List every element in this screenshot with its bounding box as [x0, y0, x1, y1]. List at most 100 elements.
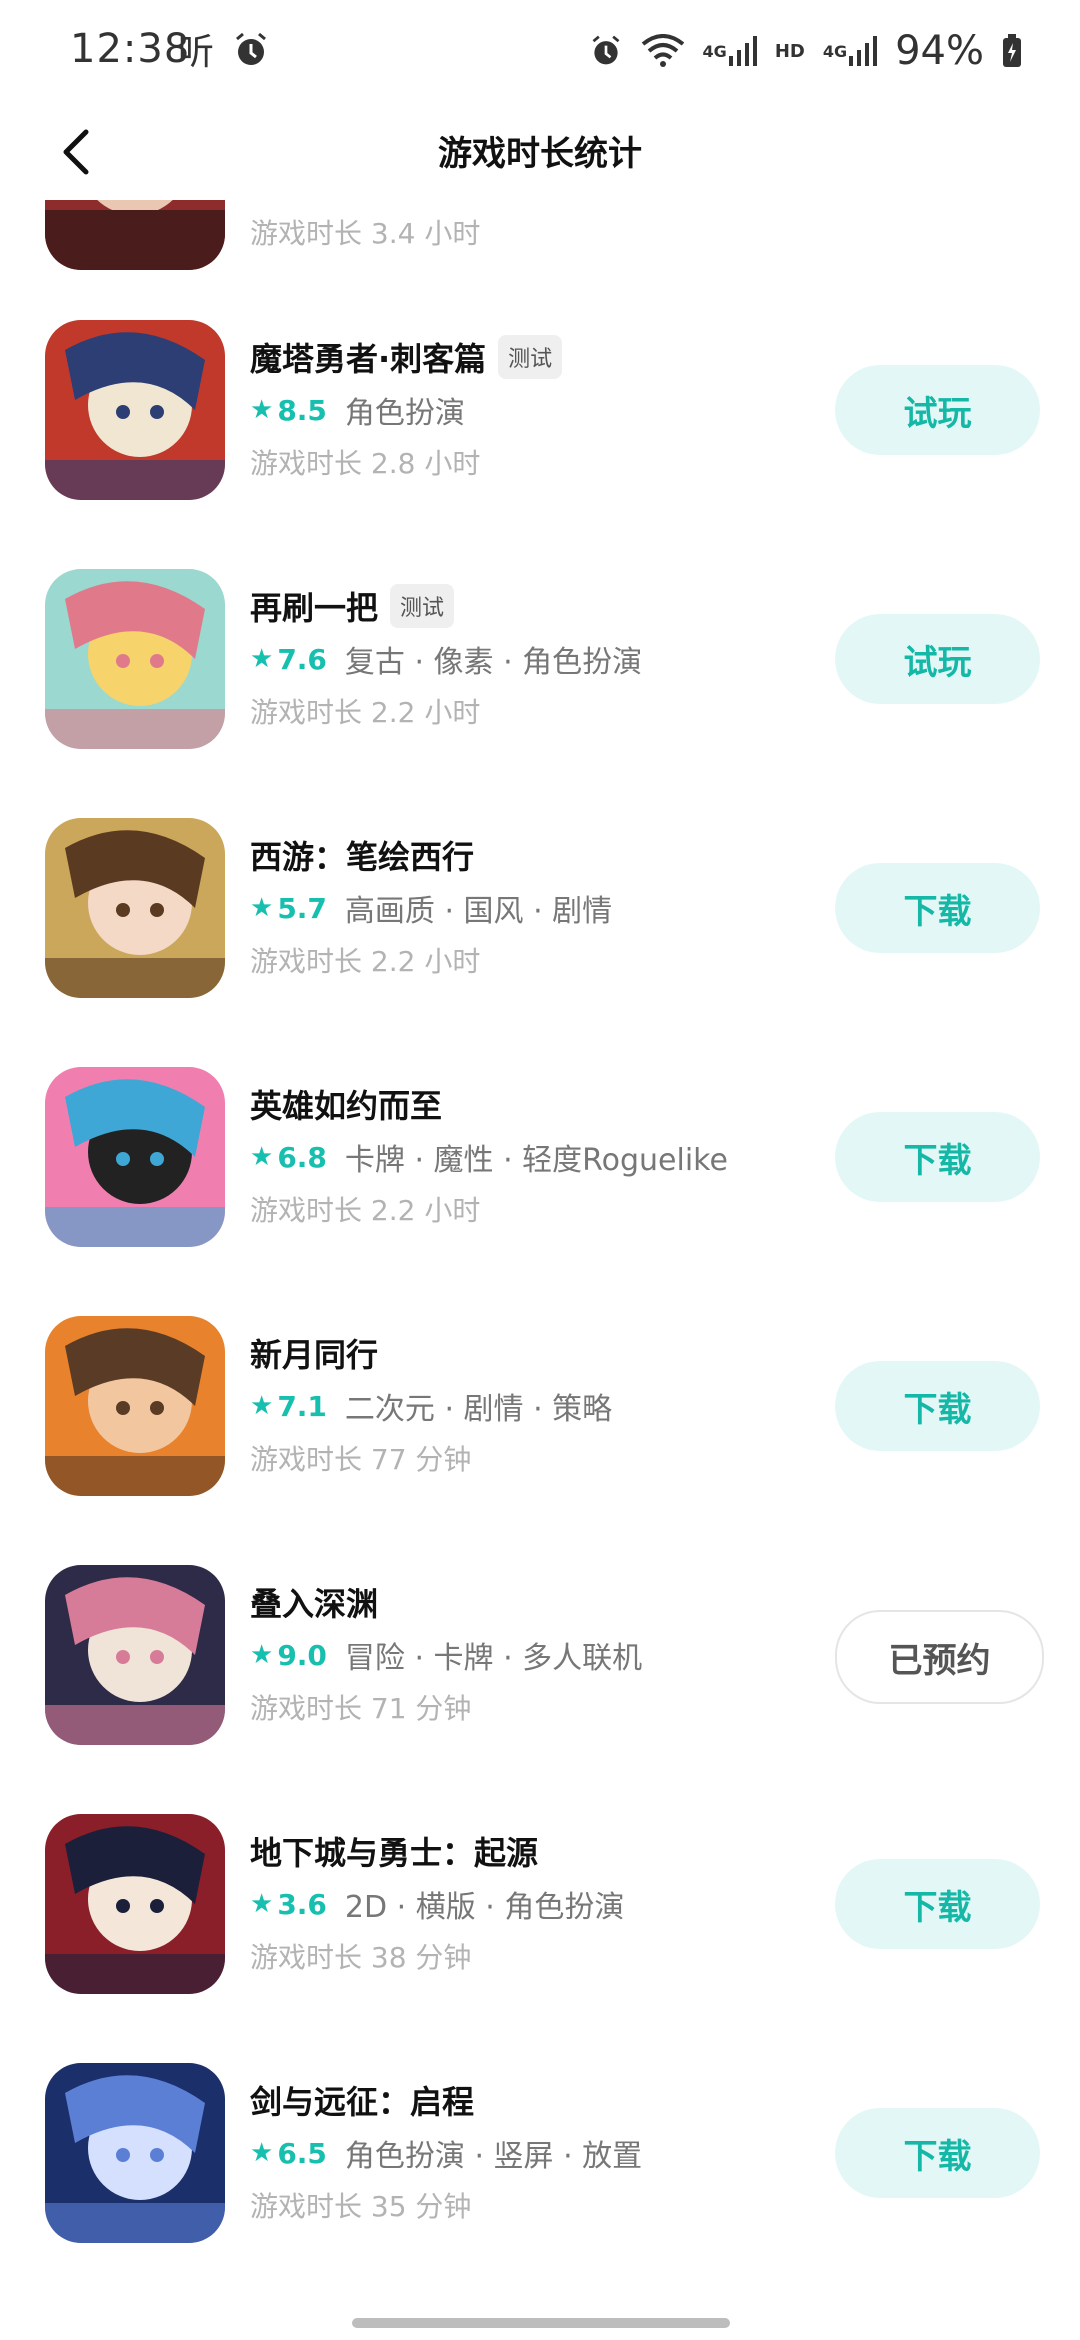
game-tags: 高画质 · 国风 · 剧情 [344, 894, 613, 929]
game-tags: 二次元 · 剧情 · 策略 [344, 1392, 613, 1427]
game-title[interactable]: 再刷一把 [250, 583, 378, 629]
game-rating: 7.1 [277, 1389, 327, 1423]
game-title[interactable]: 魔塔勇者·刺客篇 [250, 334, 486, 380]
game-playtime: 游戏时长 2.2 小时 [250, 696, 481, 729]
download-button[interactable]: 下载 [835, 863, 1040, 953]
battery-icon [1002, 34, 1022, 68]
game-tags: 冒险 · 卡牌 · 多人联机 [344, 1641, 643, 1676]
game-playtime: 游戏时长 35 分钟 [250, 2190, 472, 2223]
game-playtime: 游戏时长 3.4 小时 [250, 217, 481, 250]
game-rating: 5.7 [277, 891, 327, 925]
game-rating: 3.6 [277, 1887, 327, 1921]
network-4g-label: 4G [822, 41, 848, 61]
star-icon: ★ [250, 1391, 274, 1421]
game-title-line: 新月同行 [250, 1330, 378, 1376]
status-bar: 12:38 听 4G HD 4G 94% [0, 0, 1080, 100]
star-icon: ★ [250, 893, 274, 923]
game-art-image [45, 569, 225, 749]
star-icon: ★ [250, 644, 274, 674]
game-thumbnail[interactable] [45, 200, 225, 270]
game-playtime: 游戏时长 71 分钟 [250, 1692, 472, 1725]
game-art-image [45, 818, 225, 998]
signal-icon: 4G [703, 36, 757, 66]
list-item-partial[interactable]: 游戏时长 3.4 小时 [0, 200, 1080, 310]
game-title[interactable]: 地下城与勇士：起源 [250, 1828, 538, 1874]
game-thumbnail[interactable] [45, 818, 225, 998]
home-indicator[interactable] [352, 2318, 730, 2328]
game-rating: 6.8 [277, 1140, 327, 1174]
star-icon: ★ [250, 395, 274, 425]
game-meta: ★ 7.6 复古 · 像素 · 角色扮演 [250, 637, 642, 681]
alarm-icon [232, 31, 270, 69]
game-art-image [45, 2063, 225, 2243]
list-item[interactable]: 西游：笔绘西行 ★ 5.7 高画质 · 国风 · 剧情游戏时长 2.2 小时 下载 [0, 818, 1080, 1038]
game-title-line: 叠入深渊 [250, 1579, 378, 1625]
game-rating: 7.6 [277, 642, 327, 676]
game-meta: ★ 8.5 角色扮演 [250, 388, 465, 432]
download-button[interactable]: 下载 [835, 1859, 1040, 1949]
test-badge: 测试 [390, 584, 455, 628]
svg-text:听: 听 [178, 32, 214, 70]
download-button[interactable]: 下载 [835, 1112, 1040, 1202]
game-title[interactable]: 西游：笔绘西行 [250, 832, 474, 878]
game-art-image [45, 1565, 225, 1745]
game-title[interactable]: 叠入深渊 [250, 1579, 378, 1625]
game-art-image [45, 320, 225, 500]
list-item[interactable]: 剑与远征：启程 ★ 6.5 角色扮演 · 竖屏 · 放置游戏时长 35 分钟 下载 [0, 2063, 1080, 2283]
reserved-button[interactable]: 已预约 [835, 1610, 1044, 1704]
list-item[interactable]: 新月同行 ★ 7.1 二次元 · 剧情 · 策略游戏时长 77 分钟 下载 [0, 1316, 1080, 1536]
game-thumbnail[interactable] [45, 1316, 225, 1496]
game-playtime: 游戏时长 77 分钟 [250, 1443, 472, 1476]
game-title[interactable]: 英雄如约而至 [250, 1081, 442, 1127]
download-button[interactable]: 下载 [835, 2108, 1040, 2198]
alarm-icon [589, 34, 623, 68]
game-title-line: 地下城与勇士：起源 [250, 1828, 538, 1874]
game-thumbnail[interactable] [45, 1067, 225, 1247]
download-button[interactable]: 下载 [835, 1361, 1040, 1451]
game-playtime: 游戏时长 2.2 小时 [250, 945, 481, 978]
star-icon: ★ [250, 1640, 274, 1670]
game-art-image [45, 1316, 225, 1496]
game-tags: 角色扮演 [344, 396, 465, 431]
game-title[interactable]: 新月同行 [250, 1330, 378, 1376]
game-meta: ★ 7.1 二次元 · 剧情 · 策略 [250, 1384, 612, 1428]
test-badge: 测试 [498, 335, 563, 379]
list-item[interactable]: 再刷一把 测试 ★ 7.6 复古 · 像素 · 角色扮演游戏时长 2.2 小时 试玩 [0, 569, 1080, 789]
list-item[interactable]: 魔塔勇者·刺客篇 测试 ★ 8.5 角色扮演 游戏时长 2.8 小时 试玩 [0, 320, 1080, 540]
game-tags: 复古 · 像素 · 角色扮演 [344, 645, 643, 680]
game-title-line: 剑与远征：启程 [250, 2077, 474, 2123]
signal-icon: 4G [822, 36, 878, 66]
game-meta: ★ 6.5 角色扮演 · 竖屏 · 放置 [250, 2131, 642, 2175]
game-meta: ★ 3.6 2D · 横版 · 角色扮演 [250, 1882, 624, 1926]
list-item[interactable]: 叠入深渊 ★ 9.0 冒险 · 卡牌 · 多人联机 游戏时长 71 分钟 已预约 [0, 1565, 1080, 1785]
list-item[interactable]: 英雄如约而至 ★ 6.8 卡牌 · 魔性 · 轻度Roguelike 游戏时长 2.2 … [0, 1067, 1080, 1287]
status-time: 12:38 [70, 26, 191, 72]
page-title: 游戏时长统计 [438, 134, 642, 174]
game-rating: 8.5 [277, 393, 327, 427]
trial-button[interactable]: 试玩 [835, 365, 1040, 455]
game-tags: 2D · 横版 · 角色扮演 [344, 1890, 625, 1925]
battery-percent: 94% [895, 28, 984, 74]
game-rating: 6.5 [277, 2136, 327, 2170]
network-4g-label: 4G [702, 41, 727, 61]
game-art-image [45, 1814, 225, 1994]
star-icon: ★ [250, 2138, 274, 2168]
hd-label: HD [774, 40, 805, 62]
star-icon: ★ [250, 1889, 274, 1919]
game-thumbnail[interactable] [45, 569, 225, 749]
game-tags: 卡牌 · 魔性 · 轻度Roguelike [344, 1143, 728, 1178]
trial-button[interactable]: 试玩 [835, 614, 1040, 704]
game-thumbnail[interactable] [45, 1814, 225, 1994]
list-item[interactable]: 地下城与勇士：起源 ★ 3.6 2D · 横版 · 角色扮演 游戏时长 38 分钟 下载 [0, 1814, 1080, 2034]
app-bar: 游戏时长统计 [0, 100, 1080, 200]
music-app-icon: 听 [178, 30, 222, 70]
game-thumbnail[interactable] [45, 2063, 225, 2243]
game-thumbnail[interactable] [45, 320, 225, 500]
game-list[interactable]: 游戏时长 3.4 小时 魔塔勇者·刺客篇 测试 ★ 8.5 角色扮演 游戏时长 2.8 小… [0, 200, 1080, 2300]
wifi-icon [641, 34, 685, 68]
star-icon: ★ [250, 1142, 274, 1172]
game-thumbnail[interactable] [45, 1565, 225, 1745]
status-left-icons: 听 [178, 30, 270, 70]
game-title[interactable]: 剑与远征：启程 [250, 2077, 474, 2123]
game-tags: 角色扮演 · 竖屏 · 放置 [344, 2139, 643, 2174]
